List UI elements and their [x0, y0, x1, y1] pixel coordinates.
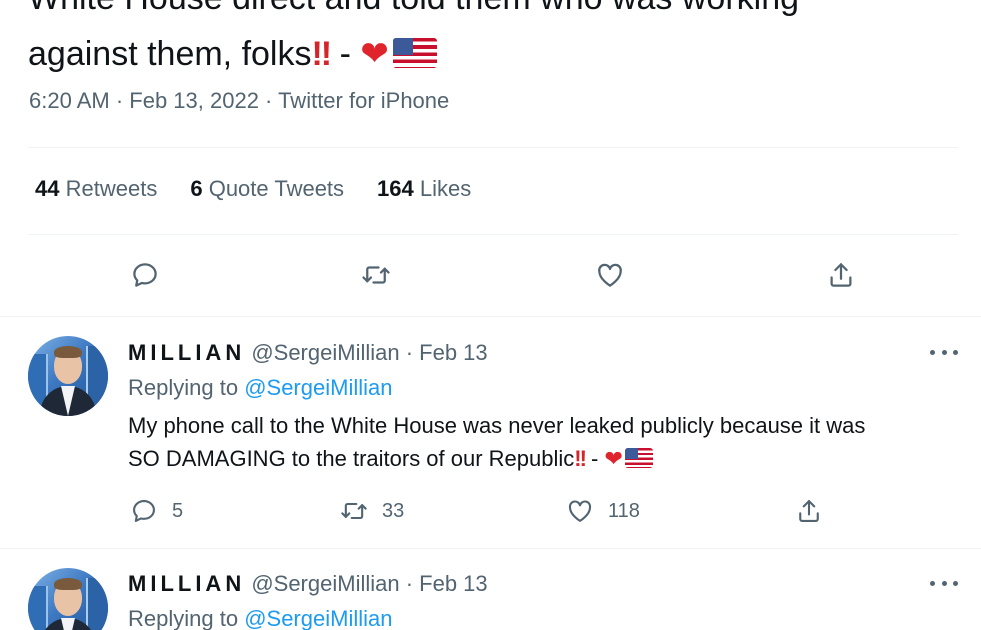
tweet-stats: 44 Retweets 6 Quote Tweets 164 Likes: [35, 176, 471, 202]
share-button[interactable]: [821, 255, 861, 295]
double-exclamation-emoji: !!: [574, 446, 587, 471]
like-button[interactable]: 118: [566, 495, 640, 527]
share-button[interactable]: [795, 495, 823, 527]
tweet-timestamp[interactable]: 6:20 AM · Feb 13, 2022 · Twitter for iPh…: [29, 88, 449, 114]
reply-icon: [133, 263, 157, 287]
reply-text-line-1: My phone call to the White House was nev…: [128, 413, 866, 438]
divider: [28, 147, 958, 148]
reply-tweet[interactable]: MILLIAN @SergeiMillian · Feb 13 Replying…: [0, 549, 981, 630]
likes-count: 164: [377, 176, 414, 201]
quote-tweets-label: Quote Tweets: [208, 176, 345, 201]
like-icon: [568, 500, 592, 522]
replying-to-handle[interactable]: @SergeiMillian: [244, 606, 392, 630]
reply-text: My phone call to the White House was nev…: [128, 409, 958, 475]
avatar[interactable]: [28, 568, 108, 630]
divider: [0, 316, 981, 317]
like-icon: [598, 263, 622, 287]
retweet-button[interactable]: 33: [340, 495, 404, 527]
heart-emoji: ❤: [604, 446, 623, 471]
reply-tweet[interactable]: MILLIAN @SergeiMillian · Feb 13 Replying…: [0, 318, 981, 548]
dash-text: -: [330, 35, 361, 73]
reply-count: 5: [172, 499, 184, 522]
more-icon[interactable]: [930, 573, 958, 593]
reply-header: MILLIAN @SergeiMillian · Feb 13: [128, 571, 488, 597]
like-button[interactable]: [590, 255, 630, 295]
us-flag-icon: [392, 38, 437, 69]
heart-emoji: ❤: [360, 35, 389, 73]
retweet-icon: [341, 502, 367, 520]
display-name[interactable]: MILLIAN: [128, 340, 245, 365]
us-flag-icon: [624, 448, 653, 469]
more-icon[interactable]: [930, 342, 958, 362]
dash-text: -: [584, 446, 605, 471]
reply-button[interactable]: 5: [130, 495, 183, 527]
like-count: 118: [608, 499, 640, 522]
retweets-stat[interactable]: 44 Retweets: [35, 176, 157, 202]
display-name[interactable]: MILLIAN: [128, 571, 245, 596]
likes-stat[interactable]: 164 Likes: [377, 176, 471, 202]
divider: [28, 234, 958, 235]
replying-to-prefix: Replying to: [128, 606, 245, 630]
main-tweet: White House direct and told them who was…: [0, 0, 981, 318]
retweet-button[interactable]: [356, 255, 396, 295]
avatar[interactable]: [28, 336, 108, 416]
tweet-text-line-2: against them, folks!! - ❤: [28, 26, 958, 82]
reply-text-line-2: SO DAMAGING to the traitors of our Repub…: [128, 442, 958, 475]
replying-to-prefix: Replying to: [128, 375, 245, 400]
quote-tweets-stat[interactable]: 6 Quote Tweets: [190, 176, 344, 202]
retweet-count: 33: [382, 499, 405, 522]
reply-icon: [133, 500, 155, 522]
likes-label: Likes: [419, 176, 472, 201]
share-icon: [830, 263, 852, 287]
replying-to: Replying to @SergeiMillian: [128, 606, 392, 630]
tweet-text-line-1: White House direct and told them who was…: [28, 0, 958, 26]
reply-actions: 5 33 118: [0, 495, 981, 527]
replying-to-handle[interactable]: @SergeiMillian: [244, 375, 392, 400]
quote-tweets-count: 6: [190, 176, 203, 201]
retweets-label: Retweets: [65, 176, 158, 201]
reply-button[interactable]: [125, 255, 165, 295]
tweet-text-line-2-prefix: against them, folks: [28, 35, 312, 73]
tweet-text: White House direct and told them who was…: [28, 0, 958, 82]
reply-text-line-2-prefix: SO DAMAGING to the traitors of our Repub…: [128, 446, 575, 471]
double-exclamation-emoji: !!: [311, 35, 332, 73]
handle-and-time[interactable]: @SergeiMillian · Feb 13: [245, 571, 487, 596]
tweet-actions: [0, 255, 981, 295]
handle-and-time[interactable]: @SergeiMillian · Feb 13: [245, 340, 487, 365]
reply-header: MILLIAN @SergeiMillian · Feb 13: [128, 340, 488, 366]
share-icon: [799, 500, 819, 522]
retweet-icon: [362, 266, 390, 284]
replying-to: Replying to @SergeiMillian: [128, 375, 392, 401]
retweets-count: 44: [35, 176, 60, 201]
